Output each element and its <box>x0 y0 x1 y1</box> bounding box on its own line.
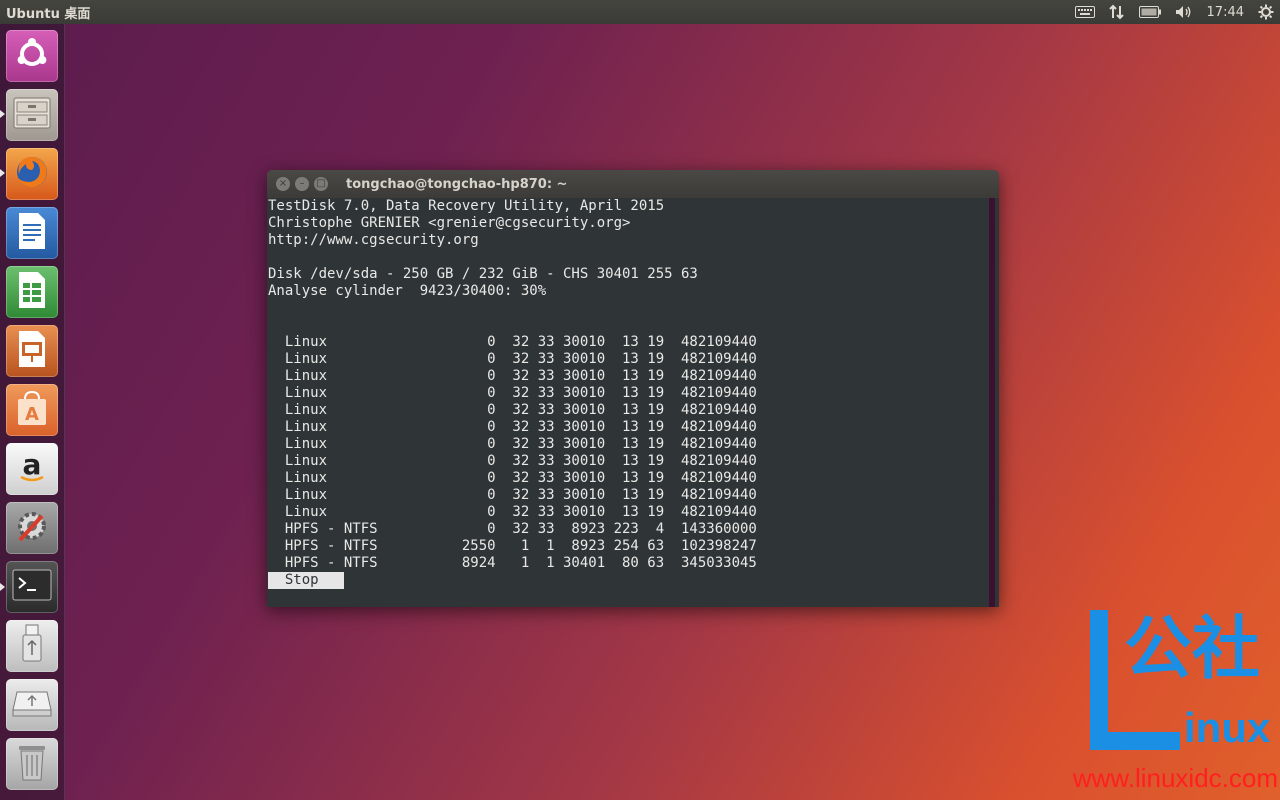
terminal-line: Christophe GRENIER <grenier@cgsecurity.o… <box>268 215 631 231</box>
terminal-output[interactable]: TestDisk 7.0, Data Recovery Utility, Apr… <box>267 198 999 607</box>
partition-row: Linux 0 32 33 30010 13 19 482109440 <box>268 504 757 520</box>
watermark-url: www.linuxidc.com <box>1072 763 1278 793</box>
partition-row: Linux 0 32 33 30010 13 19 482109440 <box>268 453 757 469</box>
launcher-ubuntu-dash[interactable] <box>6 30 58 82</box>
launcher-libreoffice-writer[interactable] <box>6 207 58 259</box>
writer-icon <box>17 212 47 254</box>
terminal-line: http://www.cgsecurity.org <box>268 232 479 248</box>
watermark-brand-text: inux <box>1184 704 1271 751</box>
partition-row: HPFS - NTFS 8924 1 1 30401 80 63 3450330… <box>268 555 757 571</box>
terminal-text: TestDisk 7.0, Data Recovery Utility, Apr… <box>268 198 757 589</box>
top-panel: Ubuntu 桌面 17:44 <box>0 0 1280 24</box>
clock[interactable]: 17:44 <box>1207 0 1244 24</box>
terminal-icon <box>12 569 52 605</box>
launcher-system-settings[interactable] <box>6 502 58 554</box>
terminal-scrollbar[interactable] <box>989 198 995 607</box>
panel-title[interactable]: Ubuntu 桌面 <box>6 3 90 22</box>
drive-icon <box>11 688 53 722</box>
amazon-icon: a <box>14 448 50 489</box>
watermark-cn-text: 公社 <box>1124 610 1261 689</box>
usb-icon <box>17 623 47 669</box>
partition-row: Linux 0 32 33 30010 13 19 482109440 <box>268 385 757 401</box>
launcher-usb-drive[interactable] <box>6 620 58 672</box>
partition-row: Linux 0 32 33 30010 13 19 482109440 <box>268 334 757 350</box>
watermark-logo: 公社 inux www.linuxidc.com <box>1073 608 1280 800</box>
partition-row: Linux 0 32 33 30010 13 19 482109440 <box>268 351 757 367</box>
launcher-ubuntu-software[interactable]: A <box>6 384 58 436</box>
launcher-removable-drive[interactable] <box>6 679 58 731</box>
launcher-firefox[interactable] <box>6 148 58 200</box>
indicator-area: 17:44 <box>1074 0 1274 24</box>
calc-icon <box>17 271 47 313</box>
partition-row: Linux 0 32 33 30010 13 19 482109440 <box>268 487 757 503</box>
partition-row: Linux 0 32 33 30010 13 19 482109440 <box>268 368 757 384</box>
window-title: tongchao@tongchao-hp870: ~ <box>346 176 568 192</box>
partition-row: Linux 0 32 33 30010 13 19 482109440 <box>268 470 757 486</box>
firefox-icon <box>12 152 52 196</box>
launcher-amazon[interactable]: a <box>6 443 58 495</box>
stop-button[interactable]: Stop <box>268 572 344 589</box>
ubuntu-logo-icon <box>15 37 49 75</box>
volume-icon[interactable] <box>1175 0 1193 24</box>
maximize-button[interactable]: □ <box>314 177 328 191</box>
partition-row: HPFS - NTFS 0 32 33 8923 223 4 143360000 <box>268 521 757 537</box>
launcher-files[interactable] <box>6 89 58 141</box>
terminal-window[interactable]: × – □ tongchao@tongchao-hp870: ~ TestDis… <box>267 170 999 607</box>
minimize-icon: – <box>299 178 305 189</box>
svg-text:a: a <box>23 449 42 481</box>
close-icon: × <box>278 178 288 189</box>
partition-row: Linux 0 32 33 30010 13 19 482109440 <box>268 402 757 418</box>
impress-icon <box>17 330 47 372</box>
software-bag-icon: A <box>14 389 50 431</box>
file-cabinet-icon <box>11 94 53 136</box>
maximize-icon: □ <box>316 178 326 189</box>
partition-row: Linux 0 32 33 30010 13 19 482109440 <box>268 419 757 435</box>
terminal-line: Stop <box>268 572 757 589</box>
partition-row: Linux 0 32 33 30010 13 19 482109440 <box>268 436 757 452</box>
launcher: A a <box>0 24 65 800</box>
terminal-line: Disk /dev/sda - 250 GB / 232 GiB - CHS 3… <box>268 266 698 282</box>
keyboard-icon[interactable] <box>1074 0 1095 24</box>
launcher-trash[interactable] <box>6 738 58 790</box>
power-icon[interactable] <box>1258 0 1274 24</box>
battery-icon[interactable] <box>1138 0 1161 24</box>
svg-text:A: A <box>25 404 39 425</box>
terminal-line: TestDisk 7.0, Data Recovery Utility, Apr… <box>268 198 665 214</box>
network-icon[interactable] <box>1108 0 1125 24</box>
running-indicator <box>0 110 5 118</box>
launcher-terminal[interactable] <box>6 561 58 613</box>
minimize-button[interactable]: – <box>295 177 309 191</box>
running-indicator <box>0 169 5 177</box>
window-titlebar[interactable]: × – □ tongchao@tongchao-hp870: ~ <box>267 170 999 198</box>
settings-gear-icon <box>12 506 52 550</box>
launcher-libreoffice-calc[interactable] <box>6 266 58 318</box>
launcher-libreoffice-impress[interactable] <box>6 325 58 377</box>
partition-row: HPFS - NTFS 2550 1 1 8923 254 63 1023982… <box>268 538 757 554</box>
close-button[interactable]: × <box>276 177 290 191</box>
terminal-line: Analyse cylinder 9423/30400: 30% <box>268 283 547 299</box>
running-indicator <box>0 583 5 591</box>
trash-icon <box>15 742 49 786</box>
